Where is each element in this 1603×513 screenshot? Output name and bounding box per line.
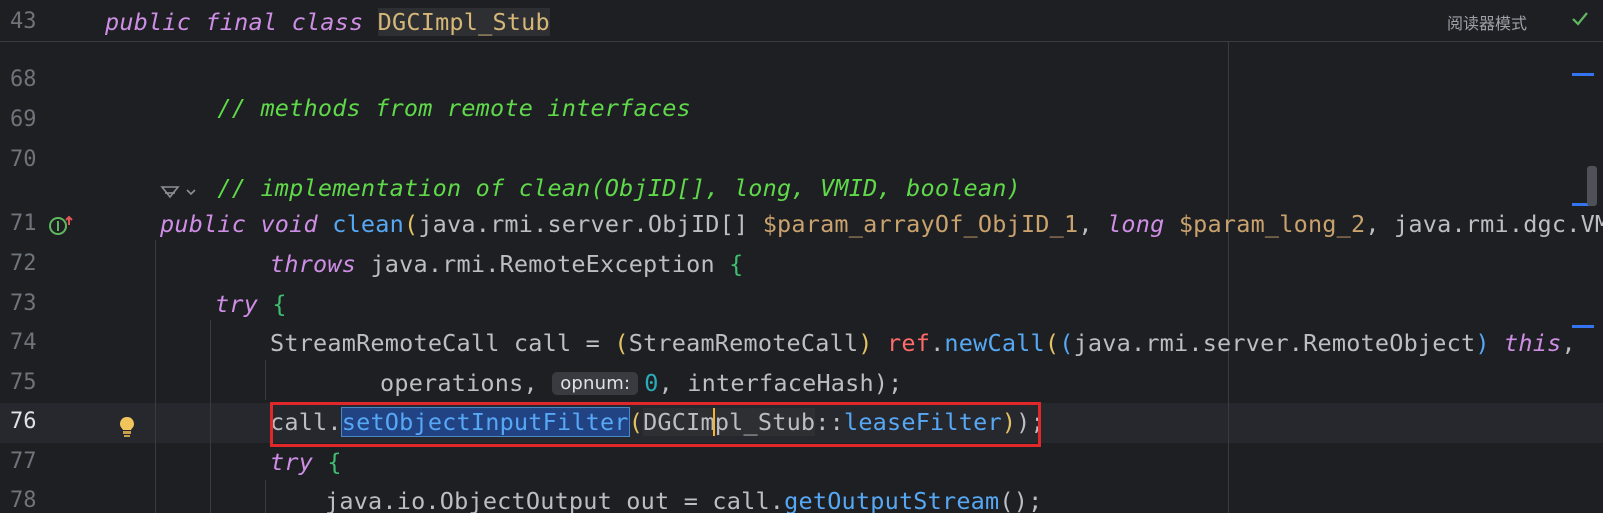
argument: , interfaceHash); — [658, 369, 903, 397]
separator: (); — [999, 487, 1043, 513]
code-line-74: StreamRemoteCall call = (StreamRemoteCal… — [270, 329, 1576, 357]
scrollbar-thumb[interactable] — [1587, 166, 1597, 206]
line-number: 43 — [10, 9, 37, 34]
comment: // implementation of clean(ObjID[], long… — [217, 174, 1021, 202]
line-number: 72 — [10, 251, 37, 276]
method-name: clean — [332, 210, 404, 238]
param-type: java.rmi.server.ObjID[] — [418, 210, 763, 238]
param-name: $param_long_2 — [1178, 210, 1366, 238]
change-marker[interactable] — [1572, 325, 1594, 328]
chevron-down-icon — [186, 189, 196, 196]
code-line-71: public void clean(java.rmi.server.ObjID[… — [160, 210, 1603, 238]
line-number: 73 — [10, 291, 37, 316]
cast-type: StreamRemoteCall — [628, 329, 859, 357]
code-line-73: try { — [215, 290, 287, 318]
right-margin-guide — [1228, 42, 1229, 513]
keyword: class — [291, 8, 364, 36]
lightbulb-icon[interactable] — [118, 415, 136, 439]
code-line-78: java.io.ObjectOutput out = call.getOutpu… — [325, 487, 1042, 513]
line-number: 77 — [10, 449, 37, 474]
comment: // methods from remote interfaces — [217, 94, 691, 122]
keyword: throws — [270, 250, 357, 278]
declaration: StreamRemoteCall call = — [270, 329, 615, 357]
indent-guide — [265, 480, 266, 513]
keyword: this — [1504, 329, 1562, 357]
line-number: 71 — [10, 211, 37, 236]
line-number: 69 — [10, 107, 37, 132]
line-number-current: 76 — [10, 409, 37, 434]
method-name: newCall — [944, 329, 1045, 357]
class-name: DGCImpl_Stub — [377, 8, 550, 36]
code-line-68: // methods from remote interfaces — [160, 66, 691, 150]
code-editor[interactable]: 68 69 70 71 72 73 74 75 76 77 78 // meth… — [0, 0, 1603, 513]
line-number: 68 — [10, 67, 37, 92]
code-line-77: try { — [270, 448, 342, 476]
indent-guide — [265, 360, 266, 400]
cast-type: java.rmi.server.RemoteObject — [1073, 329, 1476, 357]
separator: , — [1078, 210, 1108, 238]
param-name: $param_arrayOf_ObjID_1 — [762, 210, 1079, 238]
line-number: 70 — [10, 147, 37, 172]
highlight-box — [270, 402, 1041, 447]
indent-guide — [210, 320, 211, 513]
keyword: public — [160, 210, 247, 238]
number-literal: 0 — [644, 369, 659, 397]
check-icon[interactable] — [1569, 8, 1591, 30]
field-ref: ref — [887, 329, 931, 357]
ai-assist-icon[interactable] — [160, 183, 198, 201]
implementation-icon[interactable] — [48, 214, 74, 238]
code-line-72: throws java.rmi.RemoteException { — [270, 250, 744, 278]
method-name: getOutputStream — [784, 487, 1000, 513]
separator: , — [1561, 329, 1576, 357]
change-marker[interactable] — [1572, 73, 1594, 76]
brace: { — [272, 290, 287, 318]
line-number: 74 — [10, 330, 37, 355]
code-line-75: operations, opnum: 0, interfaceHash); — [380, 369, 903, 397]
keyword: try — [215, 290, 259, 318]
keyword: final — [205, 8, 278, 36]
param-type: , java.rmi.dgc.VMID — [1365, 210, 1603, 238]
parameter-hint: opnum: — [552, 372, 639, 395]
statement: java.io.ObjectOutput out = call. — [325, 487, 785, 513]
brace: { — [729, 250, 744, 278]
keyword: void — [260, 210, 318, 238]
exception-type: java.rmi.RemoteException — [356, 250, 730, 278]
keyword: public — [105, 8, 192, 36]
sticky-class-declaration: public final class DGCImpl_Stub — [105, 8, 550, 36]
keyword: try — [270, 448, 314, 476]
keyword: long — [1107, 210, 1165, 238]
argument: operations, — [380, 369, 553, 397]
indent-guide — [155, 240, 156, 513]
brace: { — [327, 448, 342, 476]
sticky-header[interactable]: 43 public final class DGCImpl_Stub 阅读器模式 — [0, 0, 1603, 42]
line-number: 75 — [10, 370, 37, 395]
line-number: 78 — [10, 488, 37, 513]
reader-mode-button[interactable]: 阅读器模式 — [1447, 10, 1527, 34]
